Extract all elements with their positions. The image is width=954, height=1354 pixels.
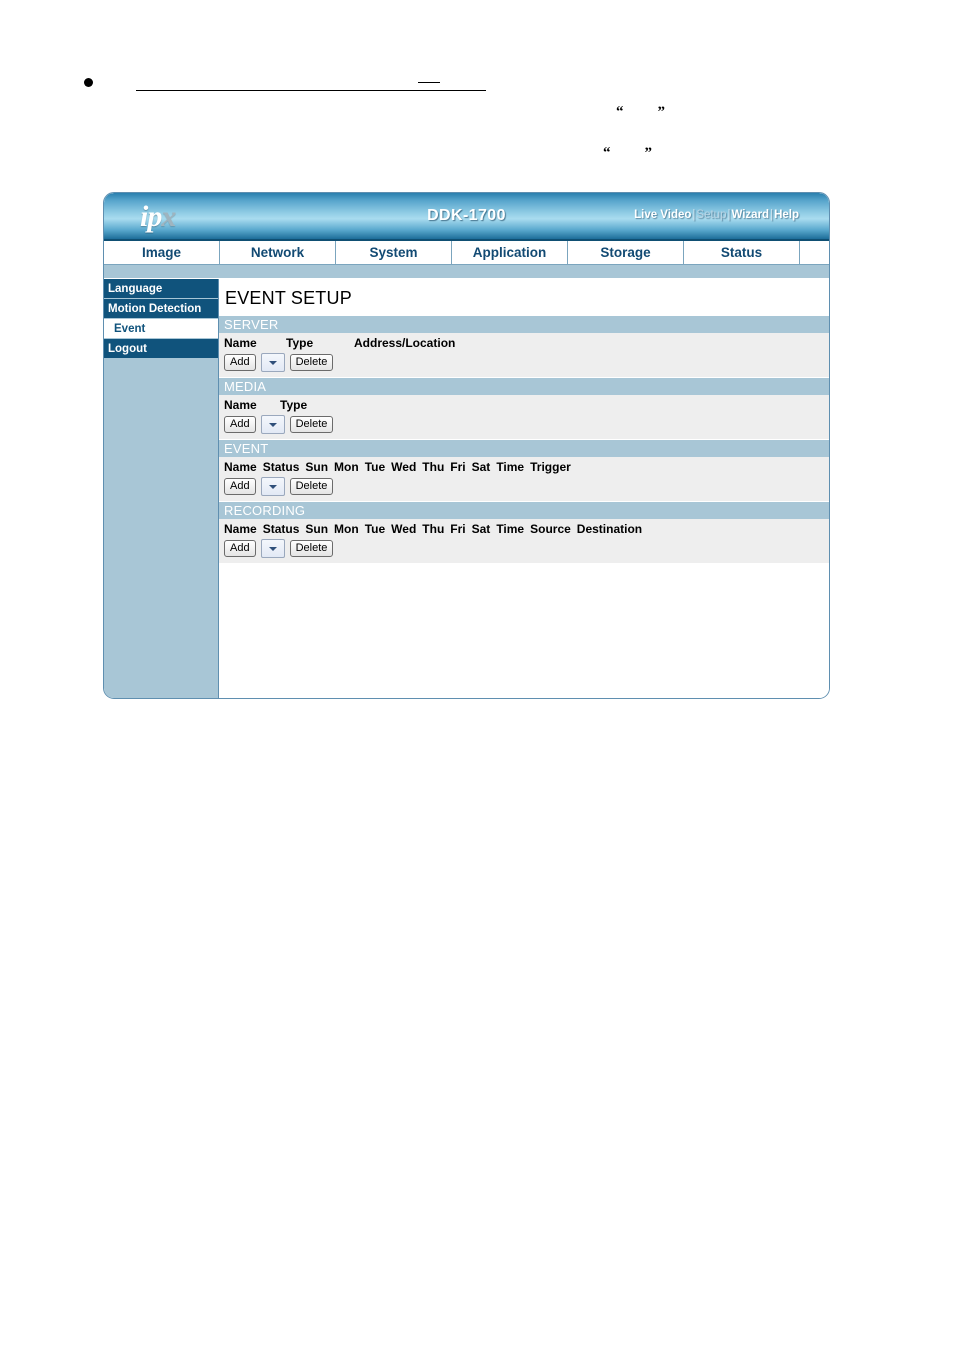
column-header-sun: Sun	[305, 460, 329, 474]
sidebar: Language Motion Detection Event Logout	[104, 279, 219, 698]
quote-close: ”	[657, 104, 666, 120]
document-bullet	[84, 78, 93, 87]
tab-application[interactable]: Application	[452, 241, 568, 264]
sidebar-item-language[interactable]: Language	[104, 279, 218, 299]
tab-bar-filler	[800, 241, 829, 264]
column-header-mon: Mon	[334, 460, 359, 474]
page-title: EVENT SETUP	[225, 288, 352, 308]
quote-open: “	[603, 145, 611, 161]
header-link-wizard[interactable]: Wizard	[731, 209, 769, 221]
column-header-address-location: Address/Location	[354, 336, 456, 350]
section-body-server: Name Type Address/Location Add Delete	[219, 333, 829, 378]
main-tab-bar: Image Network System Application Storage…	[104, 241, 829, 265]
column-header-fri: Fri	[450, 460, 466, 474]
recording-action-row: Add Delete	[224, 538, 829, 558]
quote-close: ”	[644, 145, 653, 161]
column-header-type: Type	[280, 398, 308, 412]
server-add-button[interactable]: Add	[224, 354, 256, 371]
device-header: ipx DDK-1700 Live Video|Setup|Wizard|Hel…	[104, 193, 829, 241]
section-header-server: SERVER	[219, 316, 829, 333]
column-header-name: Name	[224, 398, 257, 412]
column-header-time: Time	[496, 460, 525, 474]
sidebar-item-logout[interactable]: Logout	[104, 339, 218, 359]
server-action-row: Add Delete	[224, 352, 829, 372]
column-header-wed: Wed	[391, 522, 417, 536]
device-body: Language Motion Detection Event Logout E…	[104, 279, 829, 698]
event-delete-button[interactable]: Delete	[289, 478, 334, 495]
event-action-row: Add Delete	[224, 476, 829, 496]
sidebar-item-motion-detection[interactable]: Motion Detection	[104, 299, 218, 319]
chevron-down-icon	[268, 484, 277, 489]
recording-add-button[interactable]: Add	[224, 540, 256, 557]
recording-delete-button[interactable]: Delete	[289, 540, 334, 557]
document-quote-pair-1: “”	[616, 104, 665, 121]
header-link-live-video[interactable]: Live Video	[634, 209, 691, 221]
column-header-wed: Wed	[391, 460, 417, 474]
column-header-sat: Sat	[471, 522, 491, 536]
chevron-down-icon	[268, 360, 277, 365]
server-select-dropdown[interactable]	[260, 353, 285, 372]
document-underline-long	[136, 90, 486, 91]
recording-select-dropdown[interactable]	[260, 539, 285, 558]
column-header-name: Name	[224, 522, 257, 536]
header-link-setup[interactable]: Setup	[696, 209, 726, 221]
chevron-down-icon	[268, 422, 277, 427]
column-header-thu: Thu	[422, 522, 445, 536]
event-select-dropdown[interactable]	[260, 477, 285, 496]
device-web-ui-panel: ipx DDK-1700 Live Video|Setup|Wizard|Hel…	[103, 192, 830, 699]
media-add-button[interactable]: Add	[224, 416, 256, 433]
section-header-media: MEDIA	[219, 378, 829, 395]
column-header-name: Name	[224, 460, 257, 474]
content-empty-space	[219, 564, 829, 684]
column-header-fri: Fri	[450, 522, 466, 536]
media-delete-button[interactable]: Delete	[289, 416, 334, 433]
column-header-type: Type	[286, 336, 314, 350]
column-header-sun: Sun	[305, 522, 329, 536]
section-header-event: EVENT	[219, 440, 829, 457]
document-quote-pair-2: “”	[603, 145, 652, 162]
document-underline-short	[418, 82, 440, 83]
column-header-thu: Thu	[422, 460, 445, 474]
column-header-tue: Tue	[364, 460, 386, 474]
section-header-recording: RECORDING	[219, 502, 829, 519]
media-select-dropdown[interactable]	[260, 415, 285, 434]
quote-open: “	[616, 104, 624, 120]
event-add-button[interactable]: Add	[224, 478, 256, 495]
media-action-row: Add Delete	[224, 414, 829, 434]
tab-status[interactable]: Status	[684, 241, 800, 264]
column-header-time: Time	[496, 522, 525, 536]
column-header-destination: Destination	[576, 522, 643, 536]
column-header-status: Status	[262, 522, 300, 536]
header-links: Live Video|Setup|Wizard|Help	[634, 209, 799, 221]
content-area: EVENT SETUP SERVER Name Type Address/Locat…	[219, 279, 829, 698]
header-link-help[interactable]: Help	[774, 209, 799, 221]
column-header-status: Status	[262, 460, 300, 474]
column-headers-recording: Name Status Sun Mon Tue Wed Thu Fri Sat Time Sourc…	[224, 522, 829, 538]
tab-underline-strip	[104, 265, 829, 279]
tab-system[interactable]: System	[336, 241, 452, 264]
column-headers-server: Name Type Address/Location	[224, 336, 829, 352]
column-header-trigger: Trigger	[530, 460, 571, 474]
section-body-recording: Name Status Sun Mon Tue Wed Thu Fri Sat Time Sourc…	[219, 519, 829, 564]
section-body-media: Name Type Add Delete	[219, 395, 829, 440]
column-header-sat: Sat	[471, 460, 491, 474]
column-headers-event: Name Status Sun Mon Tue Wed Thu Fri Sat Time Trigg…	[224, 460, 829, 476]
chevron-down-icon	[268, 546, 277, 551]
column-header-tue: Tue	[364, 522, 386, 536]
tab-network[interactable]: Network	[220, 241, 336, 264]
column-header-mon: Mon	[334, 522, 359, 536]
tab-storage[interactable]: Storage	[568, 241, 684, 264]
server-delete-button[interactable]: Delete	[289, 354, 334, 371]
column-headers-media: Name Type	[224, 398, 829, 414]
tab-image[interactable]: Image	[104, 241, 220, 264]
sidebar-item-event[interactable]: Event	[104, 319, 218, 339]
column-header-source: Source	[530, 522, 571, 536]
section-body-event: Name Status Sun Mon Tue Wed Thu Fri Sat Time Trigg…	[219, 457, 829, 502]
column-header-name: Name	[224, 336, 257, 350]
